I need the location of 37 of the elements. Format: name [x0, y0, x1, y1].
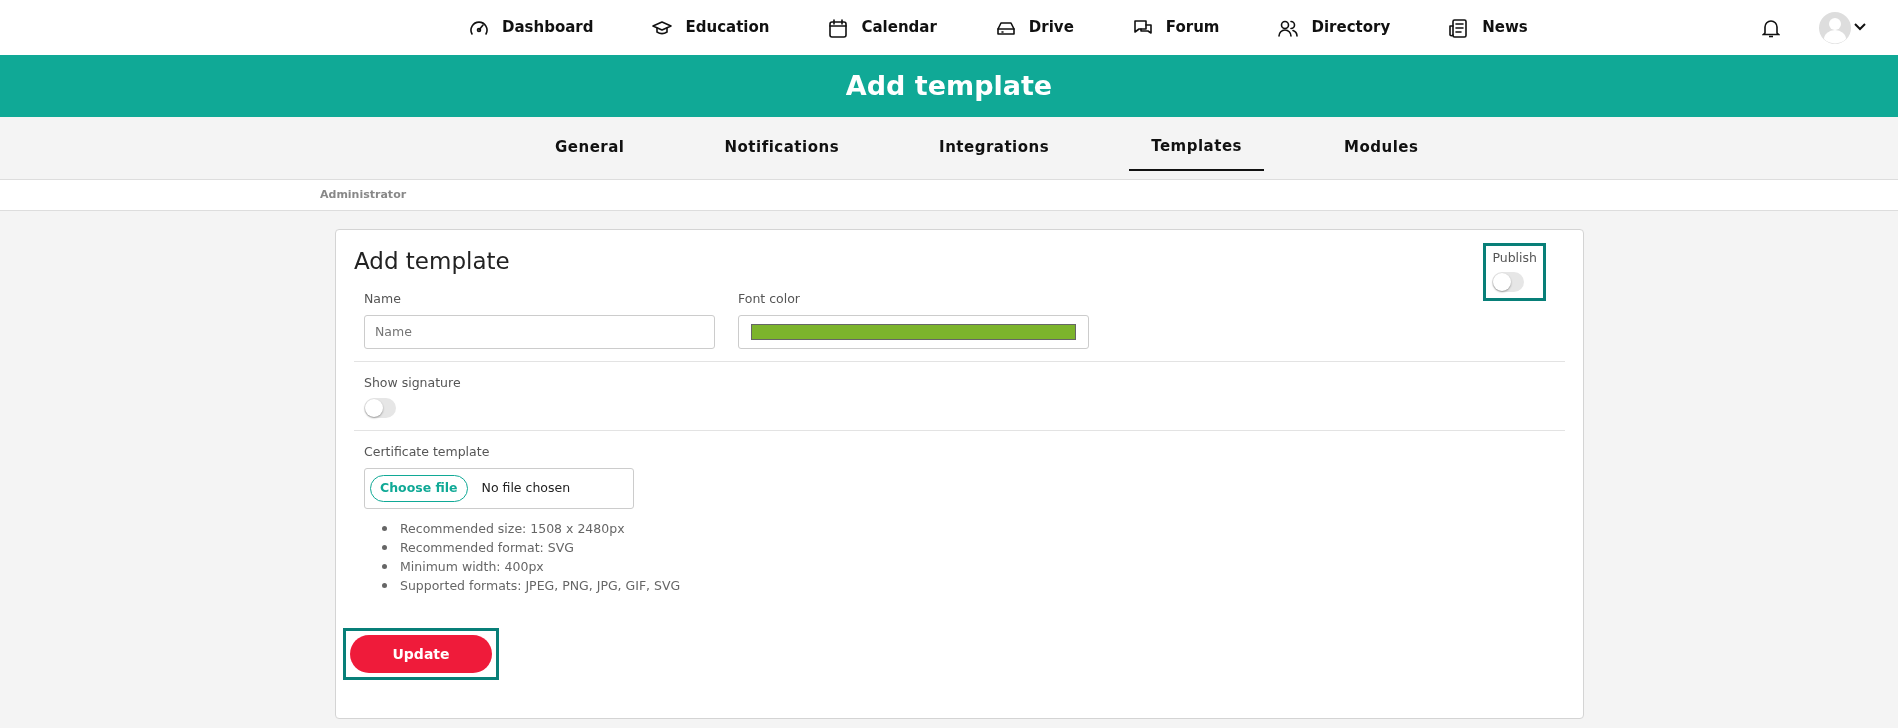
- nav-link[interactable]: Calendar: [827, 16, 937, 39]
- show-signature-toggle[interactable]: [364, 398, 396, 419]
- color-picker-field[interactable]: [738, 314, 1089, 349]
- hint-text: Recommended format: SVG: [400, 539, 574, 557]
- update-button[interactable]: Update: [350, 635, 492, 673]
- tab[interactable]: Integrations: [919, 125, 1070, 171]
- hint-text: Minimum width: 400px: [400, 558, 544, 576]
- nav-link[interactable]: Forum: [1131, 16, 1220, 39]
- file-status-text: No file chosen: [481, 479, 571, 498]
- hint-text: Recommended size: 1508 x 2480px: [400, 520, 625, 538]
- field-label: Publish: [1492, 249, 1537, 267]
- field-label: Font color: [738, 289, 801, 308]
- nav-link[interactable]: News: [1448, 16, 1528, 39]
- nav-link[interactable]: Drive: [994, 16, 1074, 39]
- page-title: Add template: [845, 68, 1053, 103]
- field-label: Show signature: [364, 373, 462, 392]
- tab[interactable]: General: [535, 125, 645, 171]
- bullet-icon: [382, 545, 387, 550]
- notification-bell-icon[interactable]: [1762, 17, 1780, 38]
- nav-link[interactable]: Dashboard: [468, 16, 594, 39]
- bullet-icon: [382, 564, 387, 569]
- form-title: Add template: [354, 247, 510, 276]
- tab[interactable]: Templates: [1129, 124, 1264, 172]
- calendar-icon: [827, 16, 850, 39]
- hint-text: Supported formats: JPEG, PNG, JPG, GIF, SVG: [400, 577, 681, 595]
- tab[interactable]: Modules: [1324, 125, 1439, 171]
- nav-link[interactable]: Education: [651, 16, 770, 39]
- user-avatar-menu-icon[interactable]: [1818, 10, 1868, 45]
- breadcrumb[interactable]: Administrator: [320, 186, 407, 204]
- name-input-field[interactable]: Name: [364, 314, 715, 349]
- bullet-icon: [382, 526, 387, 531]
- field-label: Name: [364, 289, 402, 308]
- publish-toggle[interactable]: [1492, 271, 1525, 292]
- field-label: Certificate template: [364, 443, 491, 462]
- nav-link[interactable]: Directory: [1277, 16, 1391, 39]
- tab[interactable]: Notifications: [704, 125, 860, 171]
- bullet-icon: [382, 583, 387, 588]
